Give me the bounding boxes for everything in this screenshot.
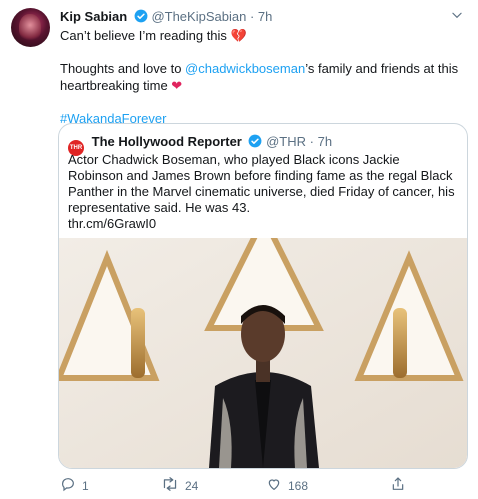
verified-icon (134, 9, 148, 26)
heart-emoji: ❤ (171, 78, 183, 93)
caret-down-icon[interactable] (450, 8, 464, 25)
quoted-timestamp[interactable]: 7h (318, 134, 332, 149)
verified-icon (248, 134, 262, 151)
share-action[interactable] (390, 476, 406, 495)
handle[interactable]: @TheKipSabian (151, 9, 246, 24)
tweet-line-2-start: Thoughts and love to (60, 61, 186, 76)
quoted-body: Actor Chadwick Boseman, who played Black… (68, 152, 455, 215)
avatar[interactable] (11, 8, 50, 47)
like-count: 168 (288, 478, 309, 493)
quoted-display-name[interactable]: The Hollywood Reporter (92, 134, 242, 149)
tweet-line-1: Can’t believe I’m reading this (60, 28, 227, 43)
retweet-icon[interactable] (161, 476, 179, 495)
news-photo[interactable] (59, 238, 467, 468)
like-action[interactable]: 168 (266, 476, 308, 495)
display-name[interactable]: Kip Sabian (60, 9, 127, 24)
retweet-action[interactable]: 24 (161, 476, 198, 495)
reply-action[interactable]: 1 (60, 476, 89, 495)
tweet-text: Can’t believe I’m reading this 💔 Thought… (60, 27, 468, 127)
mention-link[interactable]: @chadwickboseman (185, 61, 305, 76)
timestamp[interactable]: 7h (258, 9, 272, 24)
like-icon[interactable] (266, 476, 282, 495)
separator: · (249, 9, 255, 24)
quoted-link[interactable]: thr.cm/6GrawI0 (68, 216, 156, 231)
broken-heart-emoji: 💔 (230, 28, 247, 43)
reply-count: 1 (82, 478, 89, 493)
quoted-handle[interactable]: @THR (266, 134, 306, 149)
share-icon[interactable] (390, 476, 406, 495)
reply-icon[interactable] (60, 476, 76, 495)
quoted-text: Actor Chadwick Boseman, who played Black… (68, 152, 458, 232)
tweet-header: Kip Sabian @TheKipSabian · 7h (60, 9, 458, 26)
quoted-tweet-card[interactable]: THR The Hollywood Reporter @THR · 7h Act… (58, 123, 468, 469)
retweet-count: 24 (185, 478, 199, 493)
quoted-separator: · (309, 134, 314, 149)
